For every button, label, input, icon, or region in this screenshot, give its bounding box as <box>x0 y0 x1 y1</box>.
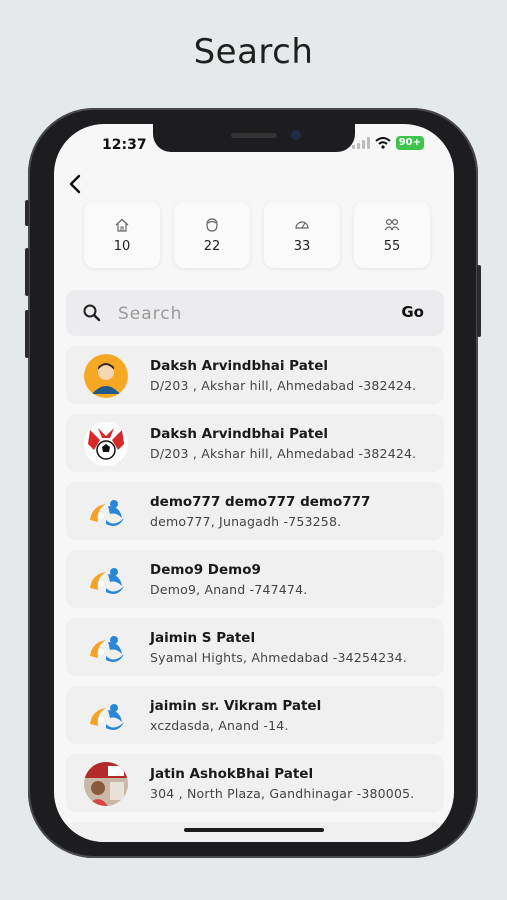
go-button[interactable]: Go <box>401 303 424 321</box>
meter-icon <box>295 220 309 229</box>
home-indicator <box>184 828 324 832</box>
result-name: Jaimin S Patel <box>150 630 256 646</box>
result-address: 304 , North Plaza, Gandhinagar -380005. <box>150 786 415 801</box>
result-address: demo777, Junagadh -753258. <box>150 514 342 529</box>
search-input[interactable] <box>116 300 380 328</box>
result-name: Daksh Arvindbhai Patel <box>150 426 329 442</box>
stat-value: 10 <box>113 238 131 254</box>
stat-card-meter[interactable]: 33 <box>264 202 340 268</box>
list-item-partial[interactable] <box>66 822 444 842</box>
stat-card-homes[interactable]: 10 <box>84 202 160 268</box>
phone-power-button <box>477 265 481 337</box>
result-name: Demo9 Demo9 <box>150 562 261 578</box>
result-address: D/203 , Akshar hill, Ahmedabad -382424. <box>150 446 417 461</box>
phone-mute-switch <box>25 200 29 226</box>
stat-value: 22 <box>203 238 221 254</box>
list-item[interactable]: Demo9 Demo9 Demo9, Anand -747474. <box>66 550 444 608</box>
list-item[interactable]: Jatin AshokBhai Patel 304 , North Plaza,… <box>66 754 444 812</box>
brand-logo-avatar <box>84 558 128 602</box>
search-icon <box>83 304 101 322</box>
sports-logo-avatar <box>84 422 128 466</box>
list-item[interactable]: Daksh Arvindbhai Patel D/203 , Akshar hi… <box>66 414 444 472</box>
wifi-icon <box>375 137 391 149</box>
stats-row: 10 22 33 55 <box>84 202 430 268</box>
brand-logo-avatar <box>84 694 128 738</box>
stat-value: 55 <box>383 238 401 254</box>
brand-logo-avatar <box>84 626 128 670</box>
stat-value: 33 <box>293 238 311 254</box>
page-headline: Search <box>193 32 314 72</box>
list-item[interactable]: Jaimin S Patel Syamal Hights, Ahmedabad … <box>66 618 444 676</box>
person-avatar <box>84 354 128 398</box>
results-list: Daksh Arvindbhai Patel D/203 , Akshar hi… <box>66 346 444 842</box>
stat-card-faces[interactable]: 22 <box>174 202 250 268</box>
result-name: Jatin AshokBhai Patel <box>150 766 314 782</box>
result-name: Daksh Arvindbhai Patel <box>150 358 329 374</box>
list-item[interactable]: demo777 demo777 demo777 demo777, Junagad… <box>66 482 444 540</box>
back-chevron-icon[interactable] <box>68 174 88 198</box>
result-address: Demo9, Anand -747474. <box>150 582 308 597</box>
list-item[interactable]: Daksh Arvindbhai Patel D/203 , Akshar hi… <box>66 346 444 404</box>
list-item[interactable]: jaimin sr. Vikram Patel xczdasda, Anand … <box>66 686 444 744</box>
battery-indicator: 90+ <box>395 136 424 150</box>
result-address: D/203 , Akshar hill, Ahmedabad -382424. <box>150 378 417 393</box>
result-address: Syamal Hights, Ahmedabad -34254234. <box>150 650 407 665</box>
status-time: 12:37 <box>102 137 147 153</box>
home-icon <box>115 218 129 232</box>
result-name: jaimin sr. Vikram Patel <box>150 698 322 714</box>
app-screen: 12:37 90+ 10 22 33 55 Search Go Daksh Ar… <box>54 124 454 842</box>
face-icon <box>206 217 218 232</box>
group-icon <box>384 218 400 230</box>
stat-card-group[interactable]: 55 <box>354 202 430 268</box>
result-address: xczdasda, Anand -14. <box>150 718 289 733</box>
search-bar: Go <box>66 290 444 336</box>
phone-volume-down <box>25 310 29 358</box>
speaker-grille <box>231 133 277 138</box>
signal-icon <box>351 137 370 149</box>
phone-volume-up <box>25 248 29 296</box>
front-camera <box>291 130 301 140</box>
brand-logo-avatar <box>84 490 128 534</box>
status-icons: 90+ <box>351 136 424 150</box>
result-name: demo777 demo777 demo777 <box>150 494 371 510</box>
phone-notch <box>153 124 355 152</box>
photo-avatar <box>84 762 128 806</box>
